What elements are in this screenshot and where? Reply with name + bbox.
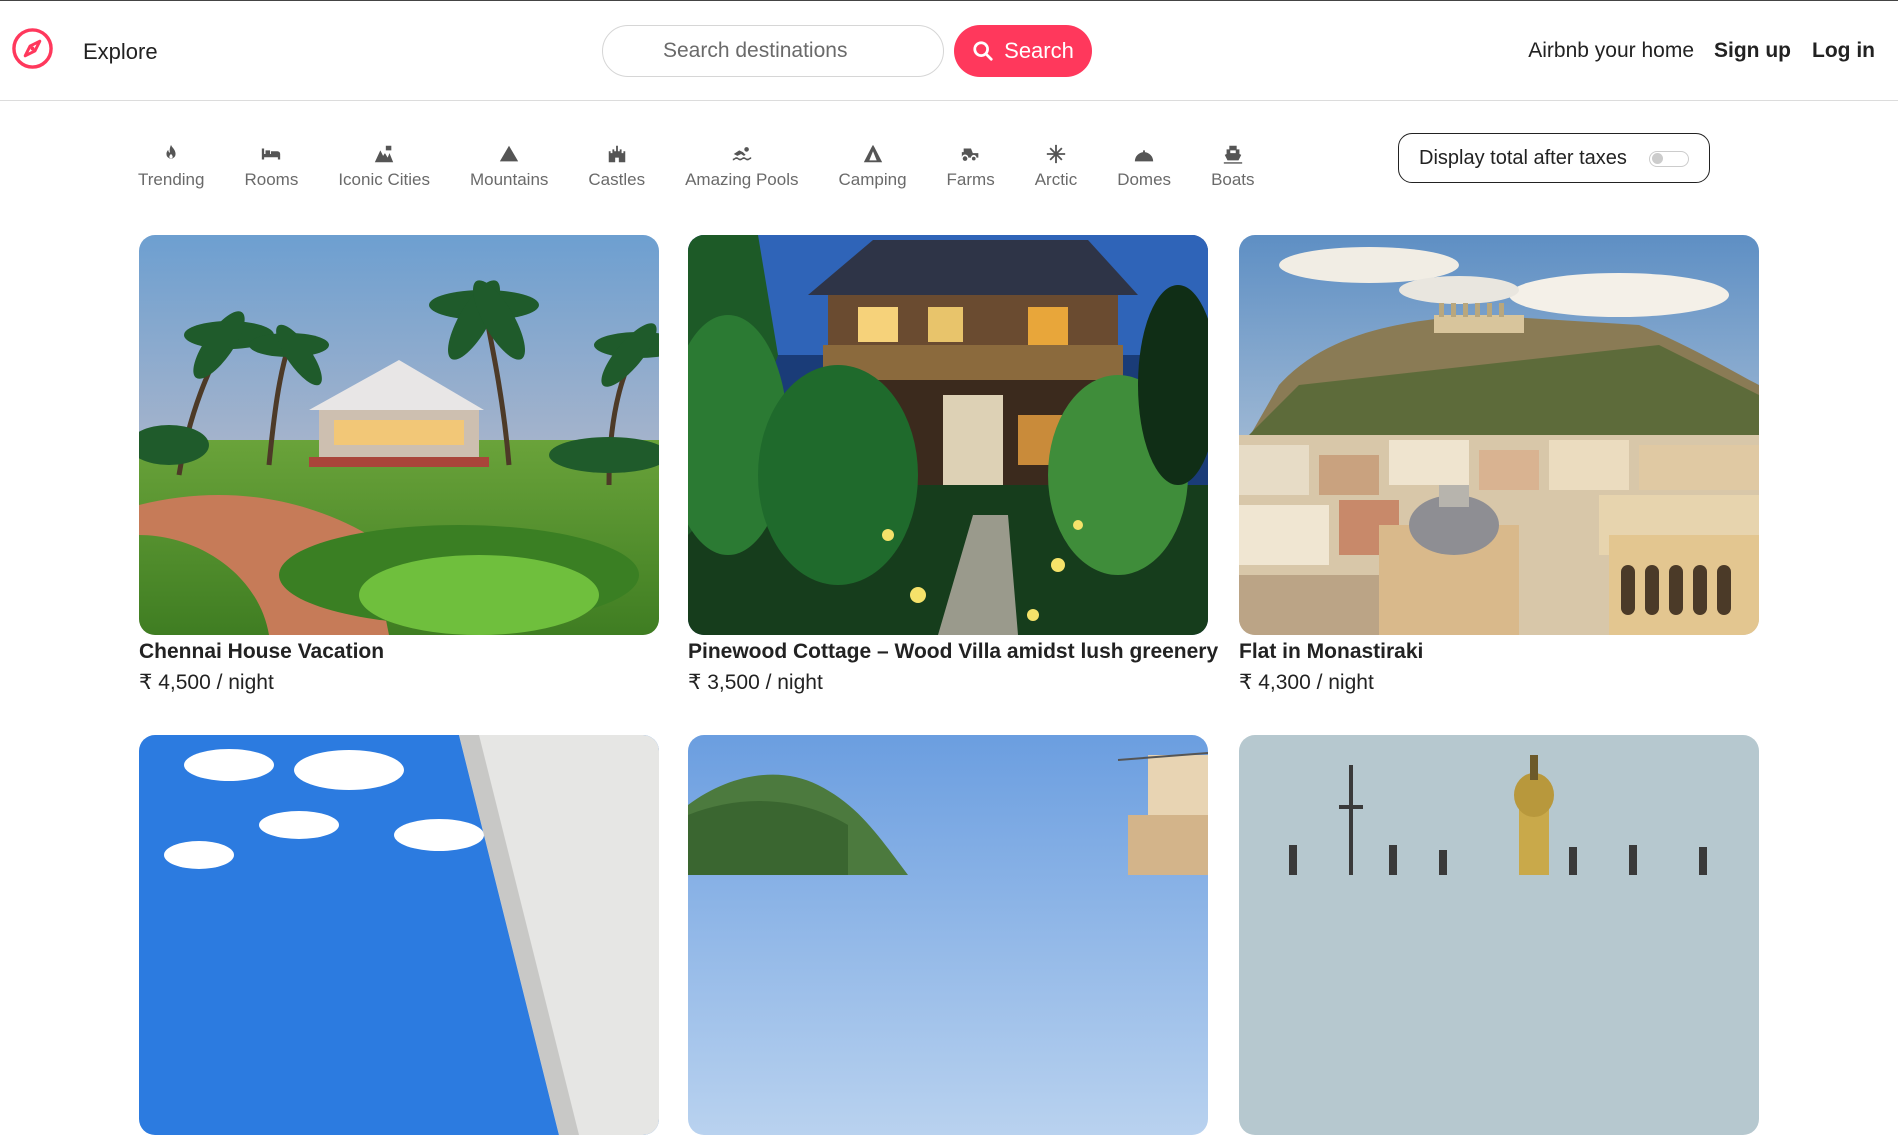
- listing-card[interactable]: [139, 735, 659, 1141]
- tax-toggle-switch[interactable]: [1649, 151, 1689, 167]
- tax-toggle-label: Display total after taxes: [1419, 146, 1627, 169]
- category-camping[interactable]: Camping: [818, 143, 926, 190]
- category-label: Camping: [838, 170, 907, 189]
- category-amazing-pools[interactable]: Amazing Pools: [665, 143, 818, 190]
- category-bar: Trending Rooms Iconic Cities Mountains C…: [119, 143, 1275, 190]
- tax-toggle[interactable]: Display total after taxes: [1398, 133, 1710, 183]
- category-domes[interactable]: Domes: [1097, 143, 1191, 190]
- dome-icon: [1132, 143, 1156, 165]
- listing-photo[interactable]: [139, 735, 659, 1135]
- category-label: Boats: [1211, 170, 1255, 189]
- category-label: Castles: [588, 170, 646, 189]
- category-iconic-cities[interactable]: Iconic Cities: [318, 143, 450, 190]
- category-label: Iconic Cities: [338, 170, 430, 189]
- mountain-icon: [497, 143, 521, 165]
- category-castles[interactable]: Castles: [568, 143, 665, 190]
- swimmer-icon: [730, 143, 754, 165]
- navbar: Explore Search Airbnb your home Sign up …: [0, 1, 1898, 101]
- flame-icon: [159, 143, 183, 165]
- snowflake-icon: [1044, 143, 1068, 165]
- host-link[interactable]: Airbnb your home: [1528, 39, 1694, 63]
- listing-card[interactable]: [688, 735, 1208, 1141]
- search-button[interactable]: Search: [954, 25, 1092, 77]
- category-label: Trending: [138, 170, 205, 189]
- category-arctic[interactable]: Arctic: [1015, 143, 1098, 190]
- compass-icon[interactable]: [11, 27, 54, 70]
- castle-icon: [605, 143, 629, 165]
- listing-card[interactable]: Pinewood Cottage – Wood Villa amidst lus…: [688, 235, 1219, 695]
- search-button-label: Search: [1004, 38, 1074, 63]
- tractor-icon: [959, 143, 983, 165]
- switch-knob: [1652, 153, 1663, 164]
- city-icon: [372, 143, 396, 165]
- listing-title: Pinewood Cottage – Wood Villa amidst lus…: [688, 640, 1219, 663]
- category-label: Arctic: [1034, 170, 1078, 189]
- listing-price: ₹ 3,500 / night: [688, 671, 823, 694]
- boat-icon: [1221, 143, 1245, 165]
- category-label: Amazing Pools: [685, 170, 799, 189]
- search-icon: [973, 41, 993, 61]
- listing-price: ₹ 4,500 / night: [139, 671, 274, 694]
- listing-card[interactable]: Flat in Monastiraki ₹ 4,300 / night: [1239, 235, 1759, 695]
- explore-link[interactable]: Explore: [83, 39, 158, 65]
- listing-card[interactable]: [1239, 735, 1759, 1141]
- signup-link[interactable]: Sign up: [1714, 39, 1791, 63]
- listing-title: Chennai House Vacation: [139, 640, 385, 663]
- listing-photo[interactable]: [688, 735, 1208, 1135]
- nav-right-group: Airbnb your home Sign up Log in: [1528, 39, 1875, 63]
- category-farms[interactable]: Farms: [927, 143, 1015, 190]
- category-mountains[interactable]: Mountains: [450, 143, 568, 190]
- bed-icon: [259, 143, 283, 165]
- login-link[interactable]: Log in: [1812, 39, 1875, 63]
- listing-photo[interactable]: [1239, 735, 1759, 1135]
- category-label: Domes: [1117, 170, 1172, 189]
- listing-photo[interactable]: [139, 235, 659, 635]
- listing-card[interactable]: Chennai House Vacation ₹ 4,500 / night: [139, 235, 659, 695]
- category-rooms[interactable]: Rooms: [224, 143, 318, 190]
- listing-photo[interactable]: [1239, 235, 1759, 635]
- category-label: Rooms: [244, 170, 299, 189]
- category-trending[interactable]: Trending: [119, 143, 224, 190]
- search-input[interactable]: [602, 25, 944, 77]
- category-boats[interactable]: Boats: [1191, 143, 1274, 190]
- tent-icon: [861, 143, 885, 165]
- listing-photo[interactable]: [688, 235, 1208, 635]
- category-label: Farms: [946, 170, 995, 189]
- listing-price: ₹ 4,300 / night: [1239, 671, 1374, 694]
- listing-title: Flat in Monastiraki: [1239, 640, 1424, 663]
- category-label: Mountains: [469, 170, 549, 189]
